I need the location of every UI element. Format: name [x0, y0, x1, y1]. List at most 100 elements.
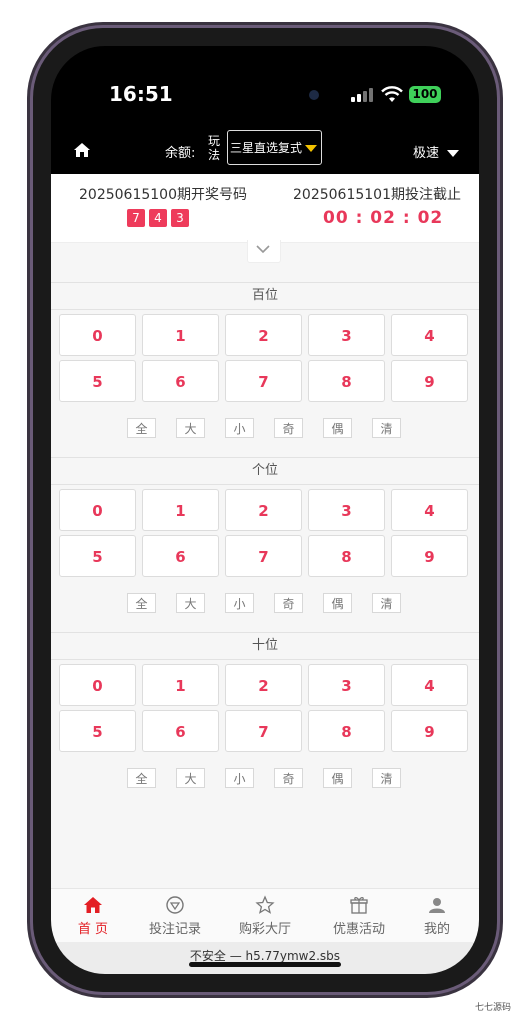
nav-bet-records[interactable]: 投注记录 — [135, 895, 215, 937]
app-header: 余额: 玩法 三星直选复式 极速 — [51, 130, 479, 174]
quick-select-button[interactable]: 全 — [127, 593, 156, 613]
digit-grid: 01234 56789 — [59, 314, 471, 402]
play-mode-select[interactable]: 三星直选复式 — [227, 130, 322, 165]
bottom-nav: 首 页 投注记录 购彩大厅 优惠活动 我的 — [51, 888, 479, 943]
watermark-text: 七七源码 — [475, 1003, 512, 1013]
phone-screen: 16:51 100 余额: 玩法 三星直选复式 极速 20250615100期开… — [51, 46, 479, 974]
winning-ball: 3 — [171, 209, 189, 227]
quick-select-button[interactable]: 清 — [372, 593, 401, 613]
nav-label: 优惠活动 — [332, 922, 385, 937]
digit-button[interactable]: 0 — [59, 489, 136, 531]
caret-down-icon — [305, 145, 317, 152]
star-icon — [255, 895, 275, 914]
dynamic-island — [211, 80, 321, 114]
digit-grid: 01234 56789 — [59, 489, 471, 577]
digit-button[interactable]: 4 — [391, 489, 468, 531]
digit-button[interactable]: 3 — [308, 489, 385, 531]
digit-button[interactable]: 8 — [308, 360, 385, 402]
status-time: 16:51 — [109, 82, 173, 106]
nav-mine[interactable]: 我的 — [397, 895, 477, 937]
digit-button[interactable]: 2 — [225, 664, 302, 706]
nav-label: 购彩大厅 — [238, 922, 291, 937]
quick-select-button[interactable]: 偶 — [323, 768, 352, 788]
quick-select-button[interactable]: 清 — [372, 418, 401, 438]
digit-section: 十位 0 1 2 3 4 5 6 7 8 9 全大小奇偶清 — [51, 632, 479, 802]
winning-numbers: 7 4 3 — [127, 209, 189, 227]
home-indicator[interactable] — [189, 962, 341, 967]
digit-button[interactable]: 8 — [308, 535, 385, 577]
digit-button[interactable]: 7 — [225, 710, 302, 752]
speed-label: 极速 — [412, 146, 439, 161]
quick-select-button[interactable]: 小 — [225, 418, 254, 438]
gift-icon — [350, 897, 368, 914]
nav-label: 投注记录 — [148, 922, 201, 937]
quick-select-button[interactable]: 小 — [225, 593, 254, 613]
side-button-power — [497, 300, 502, 396]
digit-button[interactable]: 7 — [225, 360, 302, 402]
quick-select-button[interactable]: 清 — [372, 768, 401, 788]
caret-down-icon — [447, 150, 459, 157]
quick-select-button[interactable]: 偶 — [323, 418, 352, 438]
home-icon[interactable] — [73, 142, 91, 158]
quick-select-row: 全大小奇偶清 — [127, 593, 401, 613]
digit-button[interactable]: 6 — [142, 710, 219, 752]
digit-button[interactable]: 3 — [308, 314, 385, 356]
digit-button[interactable]: 6 — [142, 360, 219, 402]
digit-button[interactable]: 4 — [391, 664, 468, 706]
digit-button[interactable]: 3 — [308, 664, 385, 706]
nav-promotions[interactable]: 优惠活动 — [319, 895, 399, 937]
digit-button[interactable]: 1 — [142, 314, 219, 356]
digit-button[interactable]: 0 — [59, 664, 136, 706]
digit-button[interactable]: 7 — [225, 535, 302, 577]
digit-button[interactable]: 5 — [59, 535, 136, 577]
section-title: 个位 — [51, 457, 479, 485]
digit-button[interactable]: 9 — [391, 710, 468, 752]
winning-ball: 7 — [127, 209, 145, 227]
quick-select-button[interactable]: 全 — [127, 418, 156, 438]
quick-select-button[interactable]: 大 — [176, 768, 205, 788]
nav-home[interactable]: 首 页 — [53, 895, 133, 937]
section-title: 百位 — [51, 282, 479, 310]
quick-select-button[interactable]: 小 — [225, 768, 254, 788]
quick-select-button[interactable]: 大 — [176, 418, 205, 438]
digit-button[interactable]: 9 — [391, 535, 468, 577]
quick-select-button[interactable]: 奇 — [274, 593, 303, 613]
section-title: 十位 — [51, 632, 479, 660]
digit-button[interactable]: 1 — [142, 664, 219, 706]
speed-select[interactable]: 极速 — [413, 142, 459, 161]
next-issue-label: 20250615101期投注截止 — [293, 187, 461, 203]
chevron-down-icon — [256, 245, 270, 254]
record-icon — [166, 896, 184, 914]
digit-button[interactable]: 5 — [59, 710, 136, 752]
digit-button[interactable]: 9 — [391, 360, 468, 402]
nav-lottery-hall[interactable]: 购彩大厅 — [225, 895, 305, 937]
play-label: 玩法 — [208, 134, 221, 162]
winning-ball: 4 — [149, 209, 167, 227]
wifi-icon — [381, 86, 403, 102]
balance-label: 余额: — [165, 146, 196, 161]
status-bar: 16:51 100 — [51, 46, 479, 136]
quick-select-button[interactable]: 偶 — [323, 593, 352, 613]
play-mode-value: 三星直选复式 — [230, 141, 303, 155]
digit-button[interactable]: 6 — [142, 535, 219, 577]
digit-grid: 01234 56789 — [59, 664, 471, 752]
signal-icon — [351, 88, 373, 102]
expand-toggle[interactable] — [247, 240, 281, 263]
quick-select-button[interactable]: 大 — [176, 593, 205, 613]
battery-icon: 100 — [409, 86, 441, 103]
quick-select-row: 全大小奇偶清 — [127, 418, 401, 438]
quick-select-button[interactable]: 全 — [127, 768, 156, 788]
digit-button[interactable]: 5 — [59, 360, 136, 402]
quick-select-button[interactable]: 奇 — [274, 418, 303, 438]
digit-button[interactable]: 2 — [225, 314, 302, 356]
browser-address-bar[interactable]: 不安全 — h5.77ymw2.sbs — [51, 942, 479, 974]
digit-button[interactable]: 0 — [59, 314, 136, 356]
camera-icon — [309, 90, 319, 100]
quick-select-button[interactable]: 奇 — [274, 768, 303, 788]
digit-button[interactable]: 4 — [391, 314, 468, 356]
digit-button[interactable]: 8 — [308, 710, 385, 752]
digit-button[interactable]: 2 — [225, 489, 302, 531]
last-issue-label: 20250615100期开奖号码 — [79, 187, 247, 203]
digit-button[interactable]: 1 — [142, 489, 219, 531]
url-text: 不安全 — h5.77ymw2.sbs — [189, 949, 341, 963]
